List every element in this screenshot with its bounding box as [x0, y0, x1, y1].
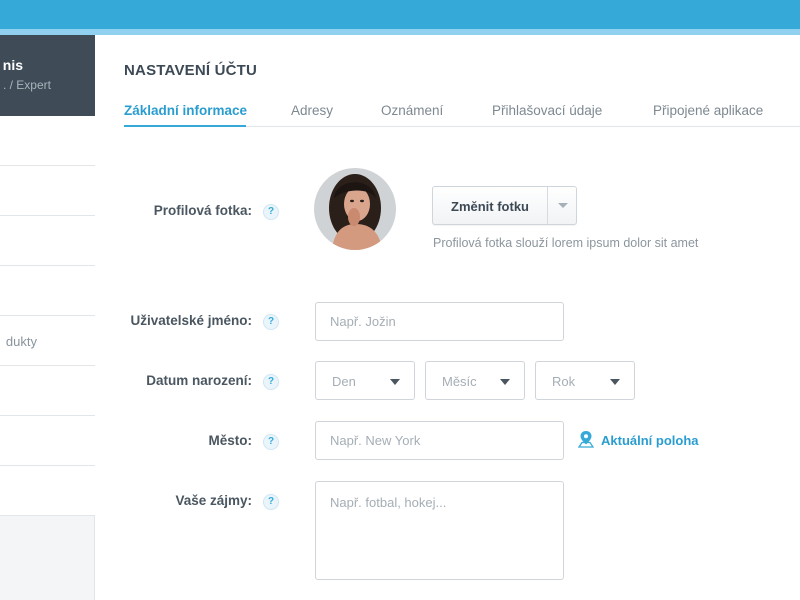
caret-down-icon — [500, 379, 510, 385]
sidebar-spacer — [0, 466, 95, 516]
question-icon[interactable]: ? — [263, 434, 279, 450]
profile-role: . / Expert — [2, 78, 51, 92]
button-divider — [547, 187, 548, 224]
change-photo-label: Změnit fotku — [451, 199, 529, 214]
interests-textarea[interactable] — [315, 481, 564, 580]
year-select[interactable]: Rok — [535, 361, 635, 400]
username-input[interactable] — [315, 302, 564, 341]
sidebar-item[interactable] — [0, 216, 95, 266]
tab-notifications[interactable]: Oznámení — [381, 103, 443, 118]
profile-name: nis — [2, 57, 23, 73]
question-icon[interactable]: ? — [263, 374, 279, 390]
page-title: NASTAVENÍ ÚČTU — [124, 62, 258, 79]
caret-down-icon — [610, 379, 620, 385]
sidebar: nis . / Expert dukty — [0, 35, 95, 600]
sidebar-item-products[interactable]: dukty — [0, 316, 95, 366]
tab-bar: Základní informace Adresy Oznámení Přihl… — [124, 95, 800, 127]
sidebar-item[interactable] — [0, 416, 95, 466]
caret-down-icon — [390, 379, 400, 385]
sidebar-item[interactable] — [0, 166, 95, 216]
question-icon[interactable]: ? — [263, 494, 279, 510]
photo-hint: Profilová fotka slouží lorem ipsum dolor… — [433, 236, 699, 250]
tab-login-details[interactable]: Přihlašovací údaje — [492, 103, 602, 118]
sidebar-profile[interactable]: nis . / Expert — [0, 35, 95, 116]
sidebar-item-label: dukty — [5, 334, 37, 349]
sidebar-item[interactable] — [0, 266, 95, 316]
sidebar-menu: dukty — [0, 116, 95, 516]
birthdate-label: Datum narození: — [146, 373, 252, 388]
sidebar-item[interactable] — [0, 366, 95, 416]
avatar — [314, 168, 396, 250]
year-select-value: Rok — [552, 374, 576, 389]
caret-down-icon[interactable] — [558, 203, 568, 208]
top-bar — [0, 0, 800, 29]
sidebar-item[interactable] — [0, 116, 95, 166]
interests-label: Vaše zájmy: — [175, 493, 252, 508]
day-select[interactable]: Den — [315, 361, 415, 400]
city-label: Město: — [208, 433, 253, 448]
day-select-value: Den — [332, 374, 356, 389]
top-bar-accent-strip — [0, 29, 800, 35]
map-pin-icon — [578, 431, 594, 448]
month-select[interactable]: Měsíc — [425, 361, 525, 400]
city-input[interactable] — [315, 421, 564, 460]
photo-label: Profilová fotka: — [153, 203, 252, 218]
tab-basic-info[interactable]: Základní informace — [124, 103, 247, 118]
question-icon[interactable]: ? — [263, 314, 279, 330]
question-icon[interactable]: ? — [263, 204, 279, 220]
tab-addresses[interactable]: Adresy — [291, 103, 333, 118]
change-photo-button[interactable]: Změnit fotku — [432, 186, 577, 225]
active-tab-indicator — [124, 125, 246, 127]
month-select-value: Měsíc — [442, 374, 477, 389]
username-label: Uživatelské jméno: — [130, 313, 252, 328]
current-location-label: Aktuální poloha — [601, 433, 699, 448]
avatar-photo — [314, 168, 396, 250]
tab-connected-apps[interactable]: Připojené aplikace — [653, 103, 763, 118]
